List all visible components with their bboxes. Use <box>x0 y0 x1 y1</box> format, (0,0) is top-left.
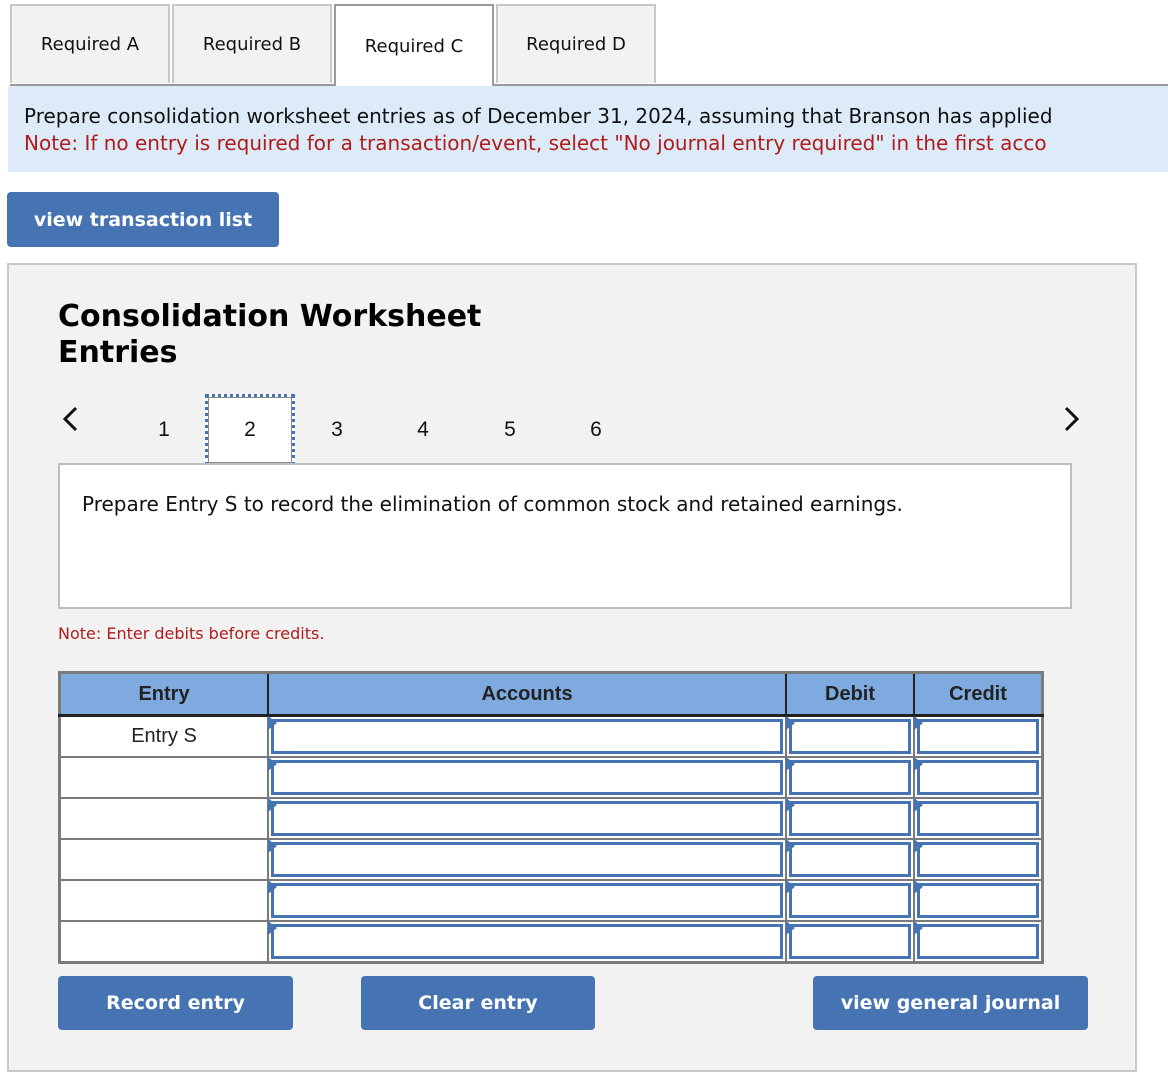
cell-marker-icon <box>914 798 923 812</box>
cell-marker-icon <box>786 839 795 853</box>
debit-input[interactable] <box>789 883 911 918</box>
debit-input[interactable] <box>789 924 911 959</box>
header-entry: Entry <box>59 672 268 717</box>
cell-marker-icon <box>786 757 795 771</box>
tab-required-c[interactable]: Required C <box>334 4 494 86</box>
chevron-right-icon[interactable] <box>1063 405 1081 441</box>
debit-input-cell <box>785 797 915 840</box>
credit-input[interactable] <box>917 883 1039 918</box>
table-row <box>58 920 1044 964</box>
header-credit: Credit <box>913 672 1043 717</box>
account-select-cell <box>267 714 787 758</box>
account-select[interactable] <box>271 924 783 959</box>
table-row <box>58 756 1044 799</box>
page-1[interactable]: 1 <box>121 394 207 466</box>
cell-marker-icon <box>786 798 795 812</box>
entry-label-cell: Entry S <box>58 714 269 758</box>
page-5[interactable]: 5 <box>467 394 553 466</box>
credit-input-cell <box>913 920 1044 964</box>
debit-input-cell <box>785 920 915 964</box>
debit-input[interactable] <box>789 760 911 795</box>
entry-label-cell <box>58 920 269 964</box>
page-6[interactable]: 6 <box>553 394 639 466</box>
debit-input-cell <box>785 838 915 881</box>
credit-input-cell <box>913 879 1044 922</box>
view-general-journal-button[interactable]: view general journal <box>813 976 1088 1030</box>
debit-input-cell <box>785 879 915 922</box>
account-select[interactable] <box>271 760 783 795</box>
cell-marker-icon <box>914 757 923 771</box>
cell-marker-icon <box>786 716 795 730</box>
tab-required-d[interactable]: Required D <box>496 4 656 83</box>
entry-pager: 1 2 3 4 5 6 <box>9 390 1135 470</box>
page-4[interactable]: 4 <box>380 394 466 466</box>
credit-input-cell <box>913 838 1044 881</box>
account-select-cell <box>267 879 787 922</box>
account-select-cell <box>267 838 787 881</box>
worksheet-panel: Consolidation Worksheet Entries 1 2 3 4 … <box>7 263 1137 1072</box>
debit-input[interactable] <box>789 719 911 754</box>
debits-note: Note: Enter debits before credits. <box>58 624 325 643</box>
cell-marker-icon <box>914 921 923 935</box>
account-select[interactable] <box>271 719 783 754</box>
credit-input-cell <box>913 756 1044 799</box>
credit-input-cell <box>913 797 1044 840</box>
instructions-banner: Prepare consolidation worksheet entries … <box>8 86 1168 172</box>
tab-bar: Required A Required B Required C Require… <box>10 4 658 86</box>
view-transaction-list-button[interactable]: view transaction list <box>7 192 279 247</box>
credit-input-cell <box>913 714 1044 758</box>
entry-prompt: Prepare Entry S to record the eliminatio… <box>58 463 1072 609</box>
record-entry-button[interactable]: Record entry <box>58 976 293 1030</box>
table-row: Entry S <box>58 714 1044 758</box>
tab-required-a[interactable]: Required A <box>10 4 170 83</box>
account-select[interactable] <box>271 883 783 918</box>
credit-input[interactable] <box>917 719 1039 754</box>
account-select-cell <box>267 797 787 840</box>
debit-input-cell <box>785 756 915 799</box>
cell-marker-icon <box>914 839 923 853</box>
cell-marker-icon <box>786 880 795 894</box>
credit-input[interactable] <box>917 760 1039 795</box>
entry-label-cell <box>58 838 269 881</box>
cell-marker-icon <box>268 757 277 771</box>
entry-label-cell <box>58 756 269 799</box>
table-row <box>58 797 1044 840</box>
cell-marker-icon <box>268 921 277 935</box>
debit-input-cell <box>785 714 915 758</box>
cell-marker-icon <box>268 716 277 730</box>
cell-marker-icon <box>268 839 277 853</box>
credit-input[interactable] <box>917 924 1039 959</box>
header-debit: Debit <box>785 672 914 717</box>
credit-input[interactable] <box>917 801 1039 836</box>
cell-marker-icon <box>914 716 923 730</box>
tab-required-b[interactable]: Required B <box>172 4 332 83</box>
journal-entry-table: Entry Accounts Debit Credit Entry S <box>58 671 1044 964</box>
header-accounts: Accounts <box>267 672 786 717</box>
table-row <box>58 879 1044 922</box>
page-3[interactable]: 3 <box>294 394 380 466</box>
debit-input[interactable] <box>789 842 911 877</box>
account-select[interactable] <box>271 842 783 877</box>
account-select-cell <box>267 756 787 799</box>
table-row <box>58 838 1044 881</box>
debit-input[interactable] <box>789 801 911 836</box>
cell-marker-icon <box>914 880 923 894</box>
panel-title: Consolidation Worksheet Entries <box>58 299 482 370</box>
clear-entry-button[interactable]: Clear entry <box>361 976 595 1030</box>
account-select[interactable] <box>271 801 783 836</box>
cell-marker-icon <box>268 880 277 894</box>
credit-input[interactable] <box>917 842 1039 877</box>
instructions-note: Note: If no entry is required for a tran… <box>24 131 1047 155</box>
cell-marker-icon <box>268 798 277 812</box>
page-2[interactable]: 2 <box>205 394 295 466</box>
chevron-left-icon[interactable] <box>61 405 79 441</box>
entry-label-cell <box>58 879 269 922</box>
account-select-cell <box>267 920 787 964</box>
cell-marker-icon <box>786 921 795 935</box>
entry-label-cell <box>58 797 269 840</box>
instructions-text: Prepare consolidation worksheet entries … <box>24 104 1053 128</box>
